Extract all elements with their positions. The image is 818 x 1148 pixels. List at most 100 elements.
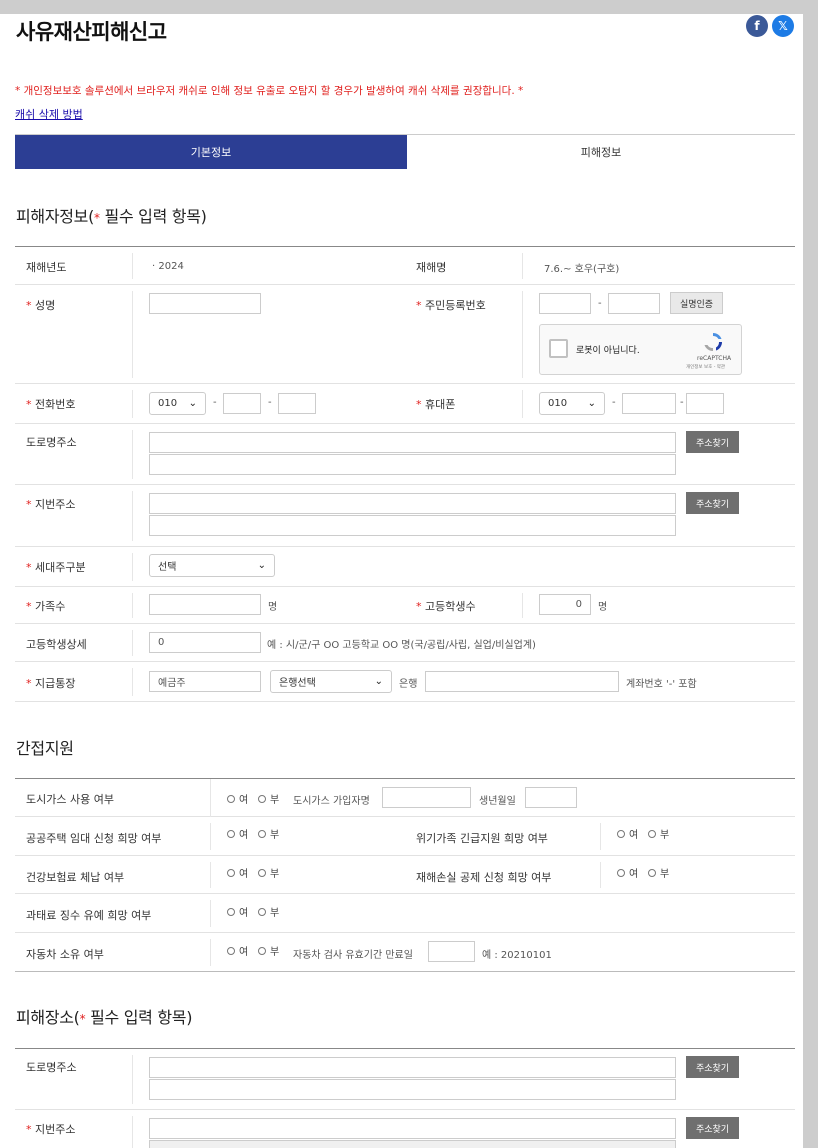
year-value: · 2024	[152, 261, 184, 272]
chevron-down-icon: ⌄	[257, 560, 266, 571]
rrn-dash: -	[598, 298, 602, 309]
cache-delete-link[interactable]: 캐쉬 삭제 방법	[15, 106, 83, 122]
phone-prefix-select[interactable]: 010 ⌄	[149, 392, 206, 415]
place-road-label: 도로명주소	[26, 1061, 77, 1074]
health-no-radio[interactable]: 부	[258, 865, 279, 880]
indirect-form: 도시가스 사용 여부 여 부 도시가스 가입자명 생년월일 공공주택 임대 신청…	[15, 778, 795, 972]
phone-dash-2: -	[268, 397, 272, 408]
row-housing: 공공주택 임대 신청 희망 여부 여 부 위기가족 긴급지원 희망 여부 여 부	[15, 817, 795, 856]
name-input[interactable]	[149, 293, 261, 314]
place-lot-input[interactable]	[149, 1118, 676, 1139]
lot-address-input[interactable]	[149, 493, 676, 514]
family-count-label: * 가족수	[26, 600, 66, 613]
fine-no-radio[interactable]: 부	[258, 904, 279, 919]
place-lot-find-button[interactable]: 주소찾기	[686, 1117, 739, 1139]
car-yes-radio[interactable]: 여	[227, 943, 248, 958]
row-lot-address: * 지번주소 주소찾기	[15, 485, 795, 547]
crisis-no-radio[interactable]: 부	[648, 826, 669, 841]
birth-label: 생년월일	[479, 796, 516, 807]
lot-address-detail-input[interactable]	[149, 515, 676, 536]
tab-damage-info[interactable]: 피해정보	[407, 135, 795, 169]
deduction-yes-radio[interactable]: 여	[617, 865, 638, 880]
row-place-road: 도로명주소 주소찾기	[15, 1049, 795, 1110]
chevron-down-icon: ⌄	[188, 398, 197, 409]
mobile-last-input[interactable]	[686, 393, 724, 414]
hs-count-unit: 명	[598, 602, 608, 613]
crisis-yes-radio[interactable]: 여	[617, 826, 638, 841]
row-name: * 성명 * 주민등록번호 - 실명인증 로봇이 아닙니다. reCAPTCHA…	[15, 285, 795, 384]
phone-dash-1: -	[213, 397, 217, 408]
recaptcha-label: 로봇이 아닙니다.	[576, 346, 640, 356]
rrn-back-input[interactable]	[608, 293, 660, 314]
gas-joiner-input[interactable]	[382, 787, 471, 808]
recaptcha-logo-icon	[702, 331, 724, 353]
housing-no-radio[interactable]: 부	[258, 826, 279, 841]
road-address-input[interactable]	[149, 432, 676, 453]
hs-detail-label: 고등학생상세	[26, 638, 87, 651]
bank-select[interactable]: 은행선택 ⌄	[270, 670, 392, 693]
family-unit: 명	[268, 602, 278, 613]
gas-yes-radio[interactable]: 여	[227, 791, 248, 806]
fine-label: 과태료 징수 유예 희망 여부	[26, 909, 152, 922]
rrn-label: * 주민등록번호	[416, 299, 486, 312]
account-hint: 계좌번호 '-' 포함	[626, 679, 697, 690]
page: 사유재산피해신고 f 𝕏 * 개인정보보호 솔루션에서 브라우저 캐쉬로 인해 …	[0, 14, 803, 1148]
account-label: * 지급통장	[26, 677, 76, 690]
place-road-input[interactable]	[149, 1057, 676, 1078]
facebook-share-icon[interactable]: f	[746, 15, 768, 37]
phone-mid-input[interactable]	[223, 393, 261, 414]
recaptcha-widget: 로봇이 아닙니다. reCAPTCHA 개인정보 보호 - 약관	[539, 324, 742, 375]
x-share-icon[interactable]: 𝕏	[772, 15, 794, 37]
place-lot-detail-input[interactable]	[149, 1140, 676, 1148]
tab-bar: 기본정보 피해정보	[15, 134, 795, 169]
hs-detail-input[interactable]: 0	[149, 632, 261, 653]
row-phone: * 전화번호 010 ⌄ - - * 휴대폰 010 ⌄ - -	[15, 384, 795, 424]
car-inspect-input[interactable]	[428, 941, 475, 962]
verify-name-button[interactable]: 실명인증	[670, 292, 723, 314]
place-road-find-button[interactable]: 주소찾기	[686, 1056, 739, 1078]
car-no-radio[interactable]: 부	[258, 943, 279, 958]
account-number-input[interactable]	[425, 671, 619, 692]
crisis-label: 위기가족 긴급지원 희망 여부	[416, 832, 548, 845]
household-select[interactable]: 선택 ⌄	[149, 554, 275, 577]
deduction-no-radio[interactable]: 부	[648, 865, 669, 880]
chevron-down-icon: ⌄	[374, 676, 383, 687]
indirect-section-title: 간접지원	[16, 739, 74, 758]
account-holder-input[interactable]: 예금주	[149, 671, 261, 692]
gas-label: 도시가스 사용 여부	[26, 793, 114, 806]
household-label: * 세대주구분	[26, 561, 86, 574]
row-year: 재해년도 · 2024 재해명 7.6.~ 호우(구호)	[15, 247, 795, 285]
mobile-mid-input[interactable]	[622, 393, 676, 414]
car-inspect-label: 자동차 검사 유효기간 만료일	[293, 950, 413, 961]
phone-last-input[interactable]	[278, 393, 316, 414]
lot-address-find-button[interactable]: 주소찾기	[686, 492, 739, 514]
family-count-input[interactable]	[149, 594, 261, 615]
recaptcha-checkbox[interactable]	[549, 339, 568, 358]
road-address-label: 도로명주소	[26, 436, 77, 449]
mobile-prefix-select[interactable]: 010 ⌄	[539, 392, 605, 415]
health-yes-radio[interactable]: 여	[227, 865, 248, 880]
fine-yes-radio[interactable]: 여	[227, 904, 248, 919]
housing-yes-radio[interactable]: 여	[227, 826, 248, 841]
place-road-detail-input[interactable]	[149, 1079, 676, 1100]
hs-detail-hint: 예 : 시/군/구 OO 고등학교 OO 명(국/공립/사립, 실업/비실업계)	[267, 640, 536, 651]
gas-no-radio[interactable]: 부	[258, 791, 279, 806]
recaptcha-brand: reCAPTCHA	[697, 355, 732, 362]
road-address-find-button[interactable]: 주소찾기	[686, 431, 739, 453]
row-car: 자동차 소유 여부 여 부 자동차 검사 유효기간 만료일 예 : 202101…	[15, 933, 795, 972]
birth-input[interactable]	[525, 787, 577, 808]
rrn-front-input[interactable]	[539, 293, 591, 314]
page-title: 사유재산피해신고	[16, 20, 167, 44]
place-section-title: 피해장소(* 필수 입력 항목)	[16, 1008, 193, 1027]
mobile-dash-2: -	[680, 397, 684, 408]
disaster-value: 7.6.~ 호우(구호)	[544, 264, 620, 275]
victim-section-title: 피해자정보(* 필수 입력 항목)	[16, 207, 207, 226]
row-road-address: 도로명주소 주소찾기	[15, 424, 795, 485]
road-address-detail-input[interactable]	[149, 454, 676, 475]
tab-basic-info[interactable]: 기본정보	[15, 135, 407, 169]
recaptcha-terms[interactable]: 개인정보 보호 - 약관	[686, 364, 725, 370]
row-household: * 세대주구분 선택 ⌄	[15, 547, 795, 587]
hs-count-input[interactable]: 0	[539, 594, 591, 615]
cache-notice: * 개인정보보호 솔루션에서 브라우저 캐쉬로 인해 정보 유출로 오탐지 할 …	[15, 85, 524, 97]
chevron-down-icon: ⌄	[587, 398, 596, 409]
